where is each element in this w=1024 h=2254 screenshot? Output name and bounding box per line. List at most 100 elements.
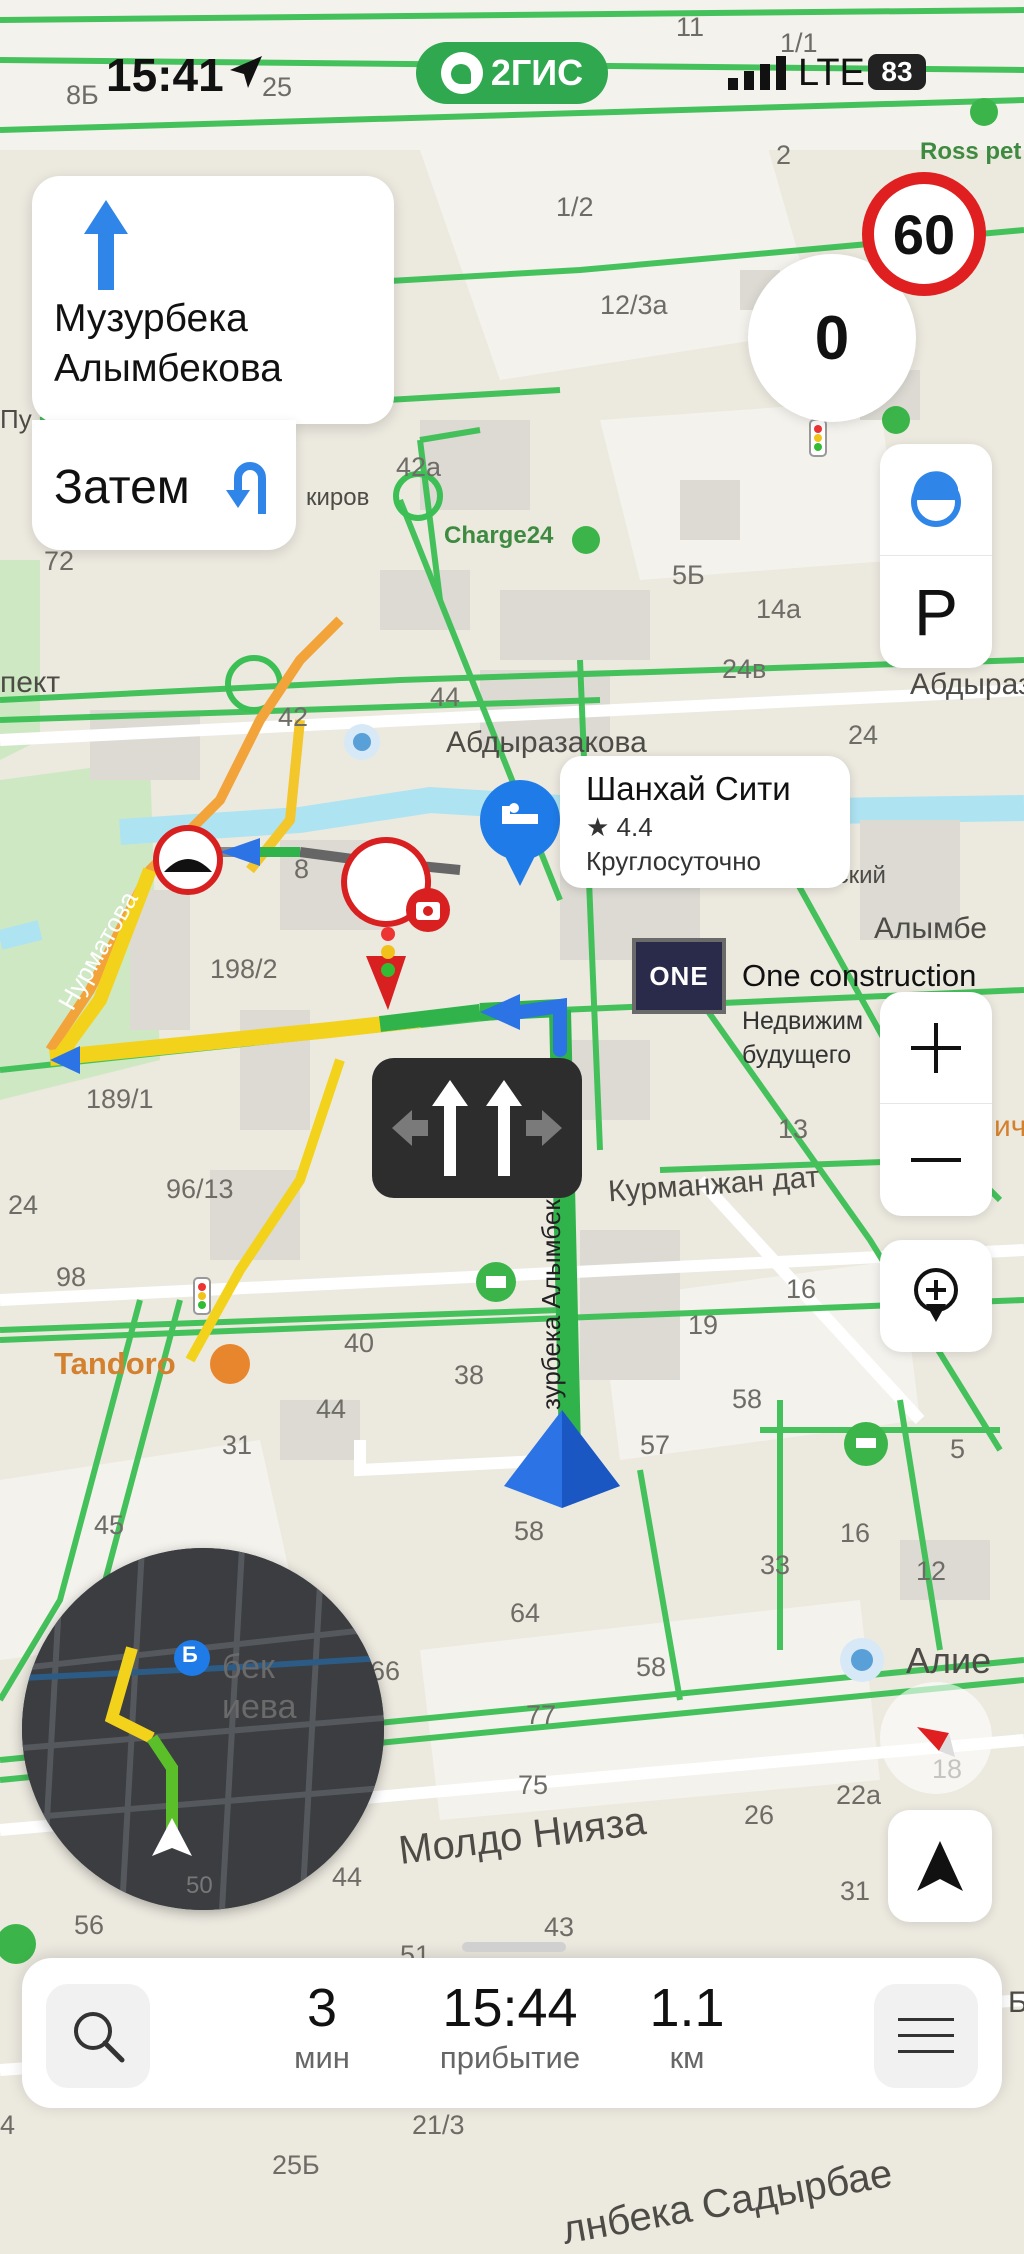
map-number: 33 [760,1550,791,1580]
map-number: 24 [848,720,879,750]
map-number: 44 [430,682,461,712]
plus-icon [911,1022,961,1073]
search-button[interactable] [46,1984,150,2088]
trip-info-panel[interactable]: 3 мин 15:44 прибытие 1.1 км [22,1942,1002,2108]
arrival-time-value: 15:44 [442,1978,578,2038]
zoom-out-button[interactable] [880,1104,992,1216]
street-label: ич [994,1110,1024,1143]
map-number: 77 [526,1700,557,1730]
speed-camera-icon [911,470,961,527]
recenter-button[interactable] [888,1810,992,1922]
map-number: 42а [396,452,442,482]
street-label: пект [0,666,61,699]
street-label: Алымбе [874,912,987,945]
map-number: 58 [514,1516,545,1546]
map-number: 25Б [272,2150,320,2180]
straight-arrow-icon [84,200,128,290]
ad-logo-text: ONE [649,960,709,991]
zoom-controls [880,992,992,1216]
eta-minutes-unit: мин [294,2040,350,2075]
signal-icon [728,56,786,90]
map-number: 4 [0,2110,16,2140]
map-number: 42 [278,702,309,732]
arrival-time-unit: прибытие [439,2040,581,2075]
poi-rating: ★ 4.4 [586,812,653,842]
map-number: 189/1 [86,1084,154,1114]
map-number: 45 [94,1510,125,1540]
eta-minutes: 3 мин [272,1978,372,2078]
minimap-text: бек [222,1648,275,1686]
ad-logo[interactable]: ONE [632,938,726,1014]
map-number: 24 [8,1190,39,1220]
poi-hours: Круглосуточно [586,846,762,876]
map-number: 43 [544,1912,575,1942]
minimap-text: 50 [186,1872,213,1899]
map-number: 16 [786,1274,817,1304]
ad-name[interactable]: One construction [742,958,976,994]
add-point-button[interactable] [880,1240,992,1352]
parking-icon: P [913,575,959,649]
map-number: 22а [836,1780,882,1810]
minimap-canvas [22,1548,384,1910]
zoom-in-button[interactable] [880,992,992,1104]
map-number: 5Б [672,560,705,590]
ad-subtitle: Недвижим будущего [742,1004,872,1072]
remaining-distance: 1.1 км [632,1978,742,2078]
map-number: 57 [640,1430,671,1460]
status-bar: 15:41 2ГИС LTE 83 [0,0,1024,150]
app-badge-label: 2ГИС [490,52,584,93]
navigation-arrow-icon [917,1841,963,1891]
location-arrow-icon [230,56,262,88]
arrival-time: 15:44 прибытие [420,1978,600,2078]
map-number: 1/2 [556,192,594,222]
map-number: 21/3 [412,2110,465,2140]
street-label: Абдыразакова [446,726,647,759]
map-number: 38 [454,1360,485,1390]
distance-unit: км [669,2040,705,2075]
street-label: киров [306,484,370,511]
network-label: LTE [798,52,865,94]
minimap-text: иева [222,1688,297,1726]
next-maneuver-card[interactable]: Затем [32,420,296,550]
minimap-marker-label: Б [182,1642,198,1667]
maneuver-street: Музурбека Алымбекова [54,294,384,394]
hamburger-menu-icon [898,2018,954,2053]
app-badge[interactable]: 2ГИС [416,42,608,104]
camera-layer-button[interactable] [880,444,992,556]
map-number: 75 [518,1770,549,1800]
ad-line2: будущего [742,1041,852,1069]
poi-card[interactable]: Шанхай Сити ★ 4.4 Круглосуточно [560,756,850,888]
menu-button[interactable] [874,1984,978,2088]
map-number: 16 [840,1518,871,1548]
map-number: 26 [744,1800,775,1830]
map-number: 24в [722,654,767,684]
u-turn-left-icon [226,462,266,514]
map-number: 44 [316,1394,347,1424]
status-time: 15:41 [106,49,224,101]
maneuver-card[interactable]: Музурбека Алымбекова [32,176,394,424]
minus-icon [911,1158,961,1162]
map-number: 19 [688,1310,719,1340]
map-number: 31 [840,1876,871,1906]
route-overview-minimap[interactable]: Б бек иева 50 [22,1548,384,1910]
maneuver-street-line1: Музурбека [54,297,248,340]
street-label: Алие [906,1640,992,1681]
compass-icon [917,1727,955,1757]
poi-tandoro-label[interactable]: Tandoro [54,1346,176,1382]
lane-guidance [372,1058,582,1198]
battery-level: 83 [881,56,913,87]
map-number: 56 [74,1910,105,1940]
poi-charge-label[interactable]: Charge24 [444,522,553,550]
distance-value: 1.1 [649,1978,725,2038]
map-number: 96/13 [166,1174,234,1204]
map-number: 31 [222,1430,253,1460]
map-number: 8 [294,854,310,884]
ad-line1: Недвижим [742,1007,864,1035]
panel-grab-handle[interactable] [462,1942,566,1952]
battery-icon: 83 [868,54,926,90]
parking-layer-button[interactable]: P [880,556,992,668]
map-number: 12 [916,1556,947,1586]
compass-button[interactable] [880,1682,992,1794]
map-number: 198/2 [210,954,278,984]
poi-name: Шанхай Сити [586,770,791,807]
